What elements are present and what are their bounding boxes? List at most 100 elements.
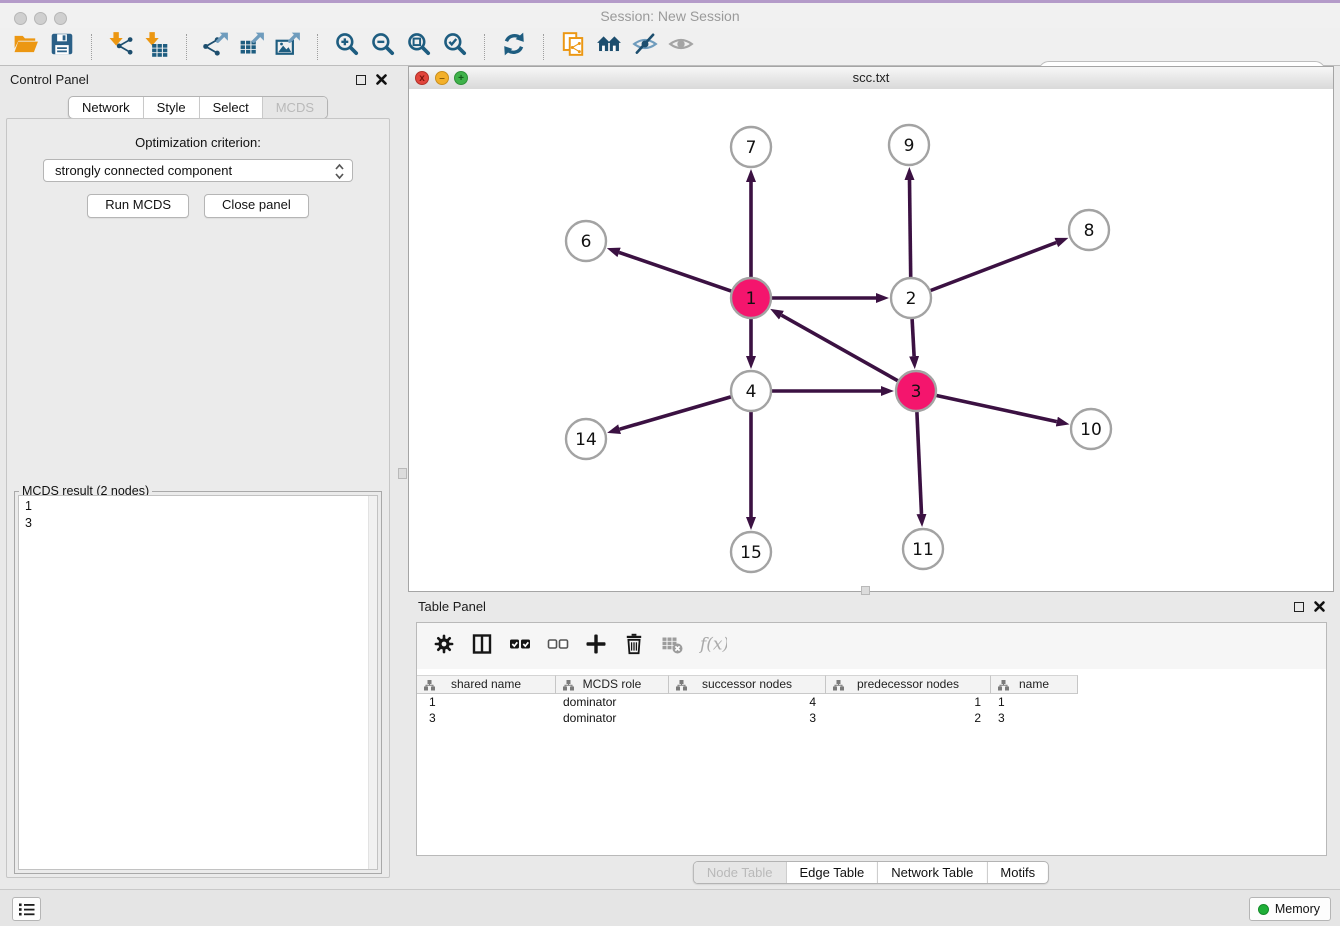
- close-panel-button[interactable]: Close panel: [204, 194, 309, 218]
- edge-3-10[interactable]: [937, 396, 1057, 422]
- delete-table-icon: [660, 632, 684, 661]
- toggle-graphics-icon: [632, 31, 658, 62]
- column-header-predecessor-nodes[interactable]: predecessor nodes: [826, 675, 991, 694]
- result-scrollbar[interactable]: [368, 496, 377, 869]
- optimization-criterion-label: Optimization criterion:: [7, 135, 389, 150]
- import-network-button[interactable]: [103, 32, 139, 62]
- zoom-out-icon: [370, 31, 396, 62]
- node-4[interactable]: 4: [731, 371, 771, 411]
- table-cell: 4: [669, 694, 826, 710]
- table-tab-network-table[interactable]: Network Table: [877, 862, 986, 883]
- column-header-MCDS-role[interactable]: MCDS role: [556, 675, 669, 694]
- function-builder-icon: f(x): [693, 632, 727, 661]
- duplicate-network-button[interactable]: [555, 32, 591, 62]
- toolbar-separator: [543, 34, 544, 60]
- column-header-shared-name[interactable]: shared name: [417, 675, 556, 694]
- node-10[interactable]: 10: [1071, 409, 1111, 449]
- open-session-button[interactable]: [8, 32, 44, 62]
- control-panel-title: Control Panel: [10, 72, 89, 87]
- open-session-icon: [13, 31, 39, 62]
- export-table-button[interactable]: [234, 32, 270, 62]
- import-table-icon: [144, 31, 170, 62]
- export-network-button[interactable]: [198, 32, 234, 62]
- edge-2-3[interactable]: [912, 319, 914, 356]
- table-tab-node-table[interactable]: Node Table: [694, 862, 786, 883]
- vertical-splitter-handle[interactable]: [398, 468, 407, 479]
- node-7[interactable]: 7: [731, 127, 771, 167]
- node-15[interactable]: 15: [731, 532, 771, 572]
- node-1[interactable]: 1: [731, 278, 771, 318]
- node-9[interactable]: 9: [889, 125, 929, 165]
- window-title: Session: New Session: [0, 8, 1340, 24]
- node-14[interactable]: 14: [566, 419, 606, 459]
- memory-button[interactable]: Memory: [1249, 897, 1331, 921]
- zoom-selected-button[interactable]: [437, 32, 473, 62]
- edge-4-14[interactable]: [620, 397, 731, 429]
- show-columns-button[interactable]: [465, 630, 499, 662]
- export-image-button[interactable]: [270, 32, 306, 62]
- node-label: 10: [1080, 420, 1102, 440]
- node-label: 8: [1084, 221, 1095, 241]
- run-mcds-button[interactable]: Run MCDS: [87, 194, 189, 218]
- zoom-fit-button[interactable]: [401, 32, 437, 62]
- node-2[interactable]: 2: [891, 278, 931, 318]
- node-3[interactable]: 3: [896, 371, 936, 411]
- float-panel-icon[interactable]: [356, 75, 366, 85]
- tab-mcds[interactable]: MCDS: [262, 97, 327, 118]
- edge-3-1[interactable]: [782, 315, 898, 381]
- node-label: 14: [575, 430, 597, 450]
- network-view-window: x – + scc.txt 7 9 6 8 1 2 4 3 14 10 15 11: [408, 66, 1334, 592]
- node-label: 15: [740, 543, 762, 563]
- table-row[interactable]: 3dominator323: [417, 710, 1078, 726]
- tab-network[interactable]: Network: [69, 97, 143, 118]
- column-header-name[interactable]: name: [991, 675, 1078, 694]
- mcds-result-box: MCDS result (2 nodes) 13: [14, 491, 382, 874]
- column-header-successor-nodes[interactable]: successor nodes: [669, 675, 826, 694]
- zoom-fit-icon: [406, 31, 432, 62]
- export-image-icon: [275, 31, 301, 62]
- zoom-in-button[interactable]: [329, 32, 365, 62]
- create-column-button[interactable]: [579, 630, 613, 662]
- criterion-dropdown[interactable]: strongly connected component: [43, 159, 353, 182]
- titlebar: Session: New Session: [0, 3, 1340, 28]
- toggle-graphics-button[interactable]: [627, 32, 663, 62]
- tab-style[interactable]: Style: [143, 97, 199, 118]
- network-title: scc.txt: [409, 70, 1333, 85]
- application-window: Session: New Session Control Panel Netwo…: [0, 0, 1340, 926]
- network-home-button[interactable]: [591, 32, 627, 62]
- table-panel-title: Table Panel: [418, 599, 486, 614]
- network-canvas: 7 9 6 8 1 2 4 3 14 10 15 11: [409, 89, 1333, 591]
- refresh-button[interactable]: [496, 32, 532, 62]
- toolbar-separator: [484, 34, 485, 60]
- node-11[interactable]: 11: [903, 529, 943, 569]
- delete-column-button[interactable]: [617, 630, 651, 662]
- zoom-out-button[interactable]: [365, 32, 401, 62]
- table-tab-edge-table[interactable]: Edge Table: [785, 862, 877, 883]
- edge-2-9[interactable]: [910, 180, 911, 277]
- table-mode-gear-button[interactable]: [427, 630, 461, 662]
- task-history-button[interactable]: [12, 897, 41, 921]
- select-all-button[interactable]: [503, 630, 537, 662]
- close-panel-icon[interactable]: [375, 73, 388, 86]
- table-cell: 3: [417, 710, 556, 726]
- tab-select[interactable]: Select: [199, 97, 262, 118]
- edge-1-6[interactable]: [619, 252, 731, 291]
- network-window-titlebar[interactable]: x – + scc.txt: [409, 67, 1333, 90]
- status-bar: Memory: [0, 889, 1340, 926]
- table-tab-motifs[interactable]: Motifs: [986, 862, 1048, 883]
- close-table-panel-icon[interactable]: [1313, 600, 1326, 613]
- edge-2-8[interactable]: [931, 243, 1057, 291]
- node-table: f(x) shared nameMCDS rolesuccessor nodes…: [416, 622, 1327, 856]
- memory-status-icon: [1258, 904, 1269, 915]
- deselect-all-icon: [546, 632, 570, 661]
- mcds-result-textarea[interactable]: 13: [18, 495, 378, 870]
- node-6[interactable]: 6: [566, 221, 606, 261]
- control-panel: Control Panel NetworkStyleSelectMCDS Opt…: [0, 67, 396, 888]
- import-table-button[interactable]: [139, 32, 175, 62]
- edge-3-11[interactable]: [917, 412, 922, 514]
- save-session-button[interactable]: [44, 32, 80, 62]
- node-8[interactable]: 8: [1069, 210, 1109, 250]
- deselect-all-button[interactable]: [541, 630, 575, 662]
- table-row[interactable]: 1dominator411: [417, 694, 1078, 710]
- float-table-panel-icon[interactable]: [1294, 602, 1304, 612]
